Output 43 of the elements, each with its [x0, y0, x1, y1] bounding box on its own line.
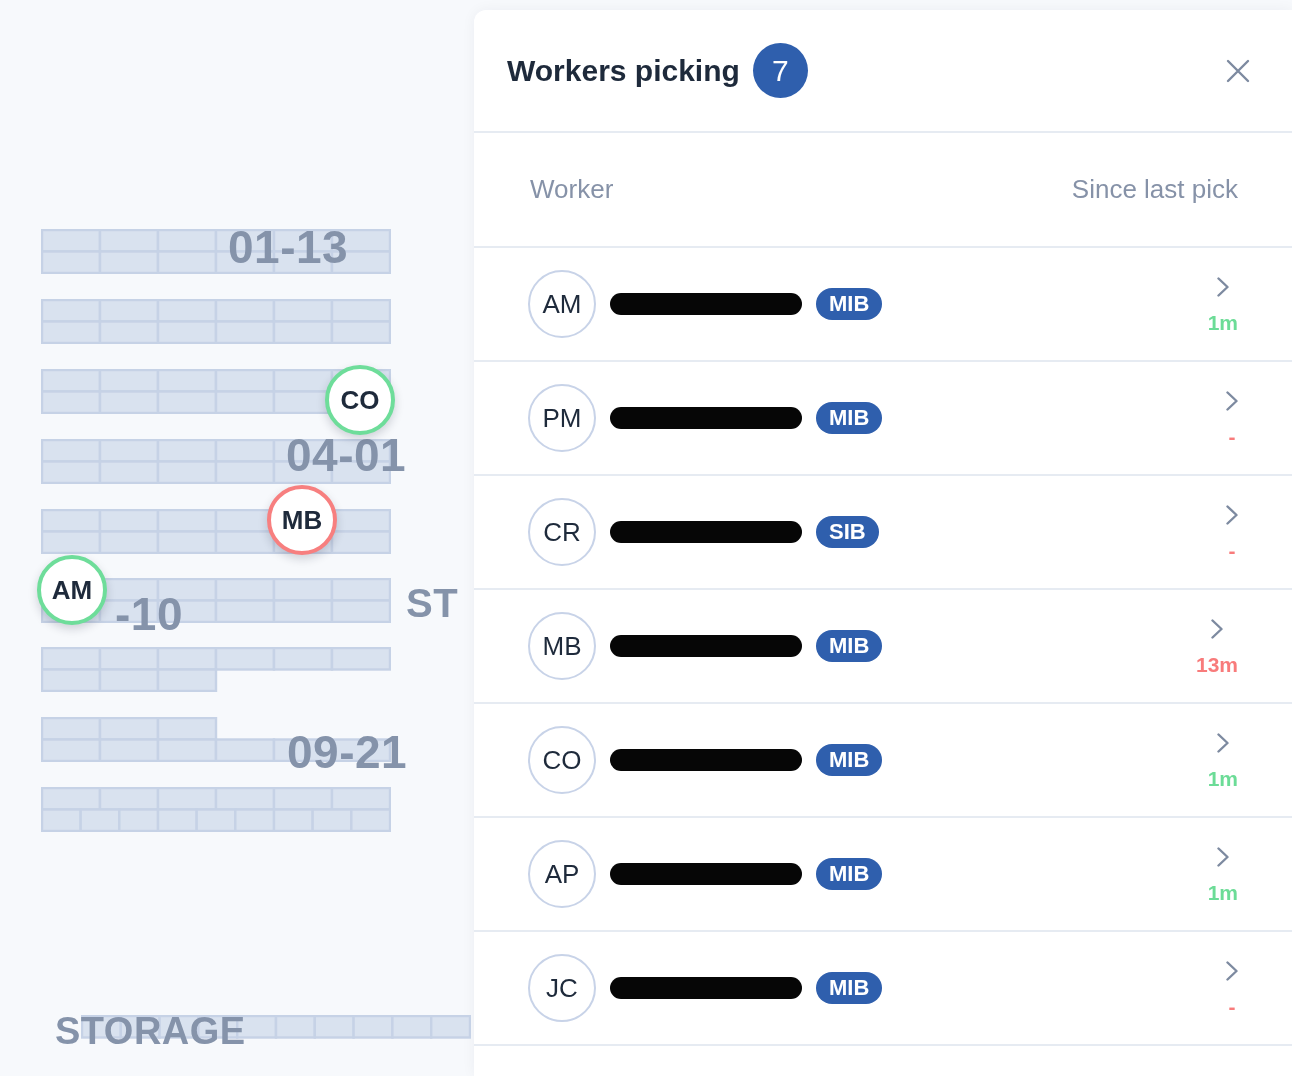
chevron-right-icon[interactable]	[1226, 505, 1238, 525]
role-tag: MIB	[816, 288, 883, 320]
chevron-right-icon[interactable]	[1226, 961, 1238, 981]
chevron-right-icon[interactable]	[1211, 619, 1223, 639]
worker-avatar: PM	[528, 384, 596, 452]
panel-title: Workers picking	[507, 53, 740, 88]
close-button[interactable]	[1226, 58, 1250, 83]
time-since-pick: 1m	[1207, 881, 1238, 905]
worker-avatar: AP	[528, 840, 596, 908]
role-tag: MIB	[816, 630, 883, 662]
role-tag: MIB	[816, 858, 883, 890]
column-header: Worker	[530, 174, 614, 205]
time-since-pick: 1m	[1207, 311, 1238, 335]
time-since-pick: 1m	[1207, 767, 1238, 791]
chevron-right-icon[interactable]	[1216, 847, 1229, 867]
time-since-pick: 13m	[1195, 653, 1238, 677]
worker-avatar: CO	[528, 726, 596, 794]
chevron-right-icon[interactable]	[1216, 277, 1229, 297]
count-badge: 7	[752, 43, 808, 98]
close-icon	[1226, 58, 1250, 83]
column-header: Since last pick	[1071, 174, 1238, 205]
role-tag: MIB	[816, 972, 883, 1004]
zone-label: 09-21	[287, 729, 408, 775]
zone-label: 01-13	[228, 224, 349, 270]
worker-marker[interactable]: AM	[37, 555, 107, 625]
zone-label: STORAGE	[55, 1012, 246, 1050]
worker-avatar: CR	[528, 498, 596, 566]
zone-label: 04-01	[286, 432, 407, 478]
time-since-pick: -	[1228, 995, 1236, 1019]
worker-marker[interactable]: CO	[325, 365, 395, 435]
chevron-right-icon[interactable]	[1216, 733, 1229, 753]
worker-marker[interactable]: MB	[267, 485, 337, 555]
worker-avatar: MB	[528, 612, 596, 680]
role-tag: MIB	[816, 402, 883, 434]
role-tag: SIB	[816, 516, 879, 548]
worker-avatar: AM	[528, 270, 596, 338]
role-tag: MIB	[816, 744, 883, 776]
worker-avatar: JC	[528, 954, 596, 1022]
time-since-pick: -	[1228, 539, 1236, 563]
zone-label: -10	[115, 591, 183, 637]
chevron-right-icon[interactable]	[1226, 391, 1238, 411]
zone-label: ST	[406, 583, 459, 623]
time-since-pick: -	[1228, 425, 1236, 449]
